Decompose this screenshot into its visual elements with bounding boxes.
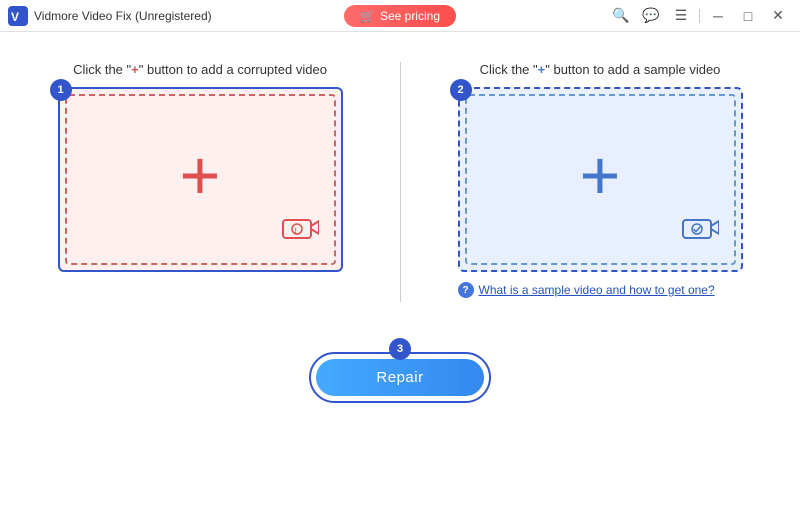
svg-text:V: V <box>11 10 19 24</box>
corrupted-plus-icon: + <box>180 140 221 210</box>
corrupted-panel-wrapper: Click the "+" button to add a corrupted … <box>40 62 360 272</box>
step-number-1: 1 <box>50 79 72 101</box>
menu-icon[interactable]: ☰ <box>667 2 695 30</box>
see-pricing-button[interactable]: 🛒 See pricing <box>344 5 456 27</box>
cart-icon: 🛒 <box>360 9 375 23</box>
panels-divider <box>400 62 401 302</box>
help-link[interactable]: What is a sample video and how to get on… <box>479 283 715 297</box>
corrupted-instruction: Click the "+" button to add a corrupted … <box>73 62 327 77</box>
app-title: Vidmore Video Fix (Unregistered) <box>34 9 212 23</box>
sample-camera-icon <box>681 213 719 248</box>
sample-panel-wrapper: Click the "+" button to add a sample vid… <box>440 62 760 298</box>
chat-icon[interactable]: 💬 <box>637 2 665 30</box>
maximize-button[interactable]: □ <box>734 2 762 30</box>
title-left: V Vidmore Video Fix (Unregistered) <box>8 6 212 26</box>
sample-panel[interactable]: 2 + <box>458 87 743 272</box>
corrupted-camera-icon: ! <box>281 213 319 248</box>
sample-plus-highlight: + <box>538 62 546 77</box>
panels-row: Click the "+" button to add a corrupted … <box>40 62 760 302</box>
search-icon[interactable]: 🔍 <box>607 2 635 30</box>
sample-plus-icon: + <box>580 140 621 210</box>
title-right: 🔍 💬 ☰ ─ □ ✕ <box>607 2 792 30</box>
see-pricing-label: See pricing <box>380 9 440 23</box>
title-separator <box>699 9 700 23</box>
step-number-3: 3 <box>389 338 411 360</box>
title-center-area: 🛒 See pricing <box>344 5 456 27</box>
corrupted-plus-highlight: + <box>131 62 139 77</box>
help-icon: ? <box>458 282 474 298</box>
repair-button[interactable]: Repair <box>316 359 483 396</box>
app-logo: V <box>8 6 28 26</box>
step-number-2: 2 <box>450 79 472 101</box>
title-bar: V Vidmore Video Fix (Unregistered) 🛒 See… <box>0 0 800 32</box>
svg-text:!: ! <box>294 228 296 235</box>
minimize-button[interactable]: ─ <box>704 2 732 30</box>
close-button[interactable]: ✕ <box>764 2 792 30</box>
corrupted-panel[interactable]: 1 + ! <box>58 87 343 272</box>
help-link-row: ? What is a sample video and how to get … <box>458 282 743 298</box>
main-content: Click the "+" button to add a corrupted … <box>0 32 800 515</box>
sample-instruction: Click the "+" button to add a sample vid… <box>480 62 721 77</box>
repair-section: 3 Repair <box>309 352 490 403</box>
